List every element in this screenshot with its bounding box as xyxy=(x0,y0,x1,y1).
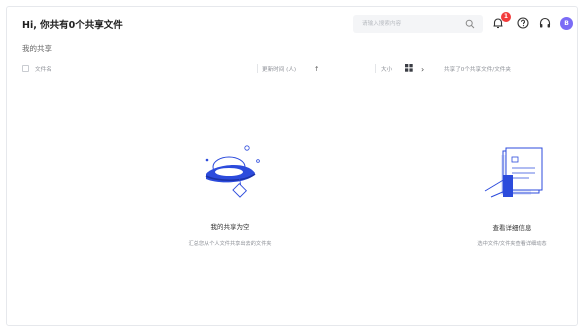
headset-icon[interactable] xyxy=(538,16,552,30)
page-title: Hi, 你共有0个共享文件 xyxy=(22,20,123,31)
share-info-label: 共享了0个共享文件/文件夹 xyxy=(444,67,511,73)
document-details-icon xyxy=(484,147,543,198)
empty-state-subtitle: 选中文件/文件夹查看详细动态 xyxy=(477,241,547,247)
search-icon[interactable] xyxy=(465,19,475,29)
empty-state-title: 我的共享为空 xyxy=(210,223,250,231)
breadcrumb[interactable]: 我的共享 xyxy=(22,43,52,54)
chevron-right-icon[interactable]: › xyxy=(421,65,424,74)
empty-state-details: 查看详细信息 选中文件/文件夹查看详细动态 xyxy=(447,147,577,257)
table-header: 文件名 更新时间 (人) ↑ 大小 › 共享了0个共享文件/文件夹 xyxy=(7,62,577,76)
column-divider[interactable] xyxy=(375,64,376,73)
select-all-checkbox[interactable] xyxy=(22,65,29,72)
sort-up-icon[interactable]: ↑ xyxy=(314,65,319,73)
column-size[interactable]: 大小 xyxy=(381,65,392,73)
empty-share-illustration-icon xyxy=(205,145,260,198)
empty-state-shares: 我的共享为空 汇总您从个人文件共享出去的文件夹 xyxy=(155,139,305,259)
avatar[interactable]: B xyxy=(560,17,573,30)
column-divider[interactable] xyxy=(257,64,258,73)
empty-state-subtitle: 汇总您从个人文件共享出去的文件夹 xyxy=(188,241,272,247)
app-window: Hi, 你共有0个共享文件 1 B 我的共享 文件名 更新时间 (人) xyxy=(6,6,578,326)
empty-state-title: 查看详细信息 xyxy=(492,224,532,232)
column-name[interactable]: 文件名 xyxy=(35,65,52,73)
grid-view-icon[interactable] xyxy=(405,64,413,72)
header: Hi, 你共有0个共享文件 1 B xyxy=(7,7,577,37)
column-updated[interactable]: 更新时间 (人) xyxy=(262,65,296,73)
search-input[interactable] xyxy=(353,15,483,33)
notification-badge: 1 xyxy=(501,12,511,22)
help-icon[interactable] xyxy=(516,16,530,30)
